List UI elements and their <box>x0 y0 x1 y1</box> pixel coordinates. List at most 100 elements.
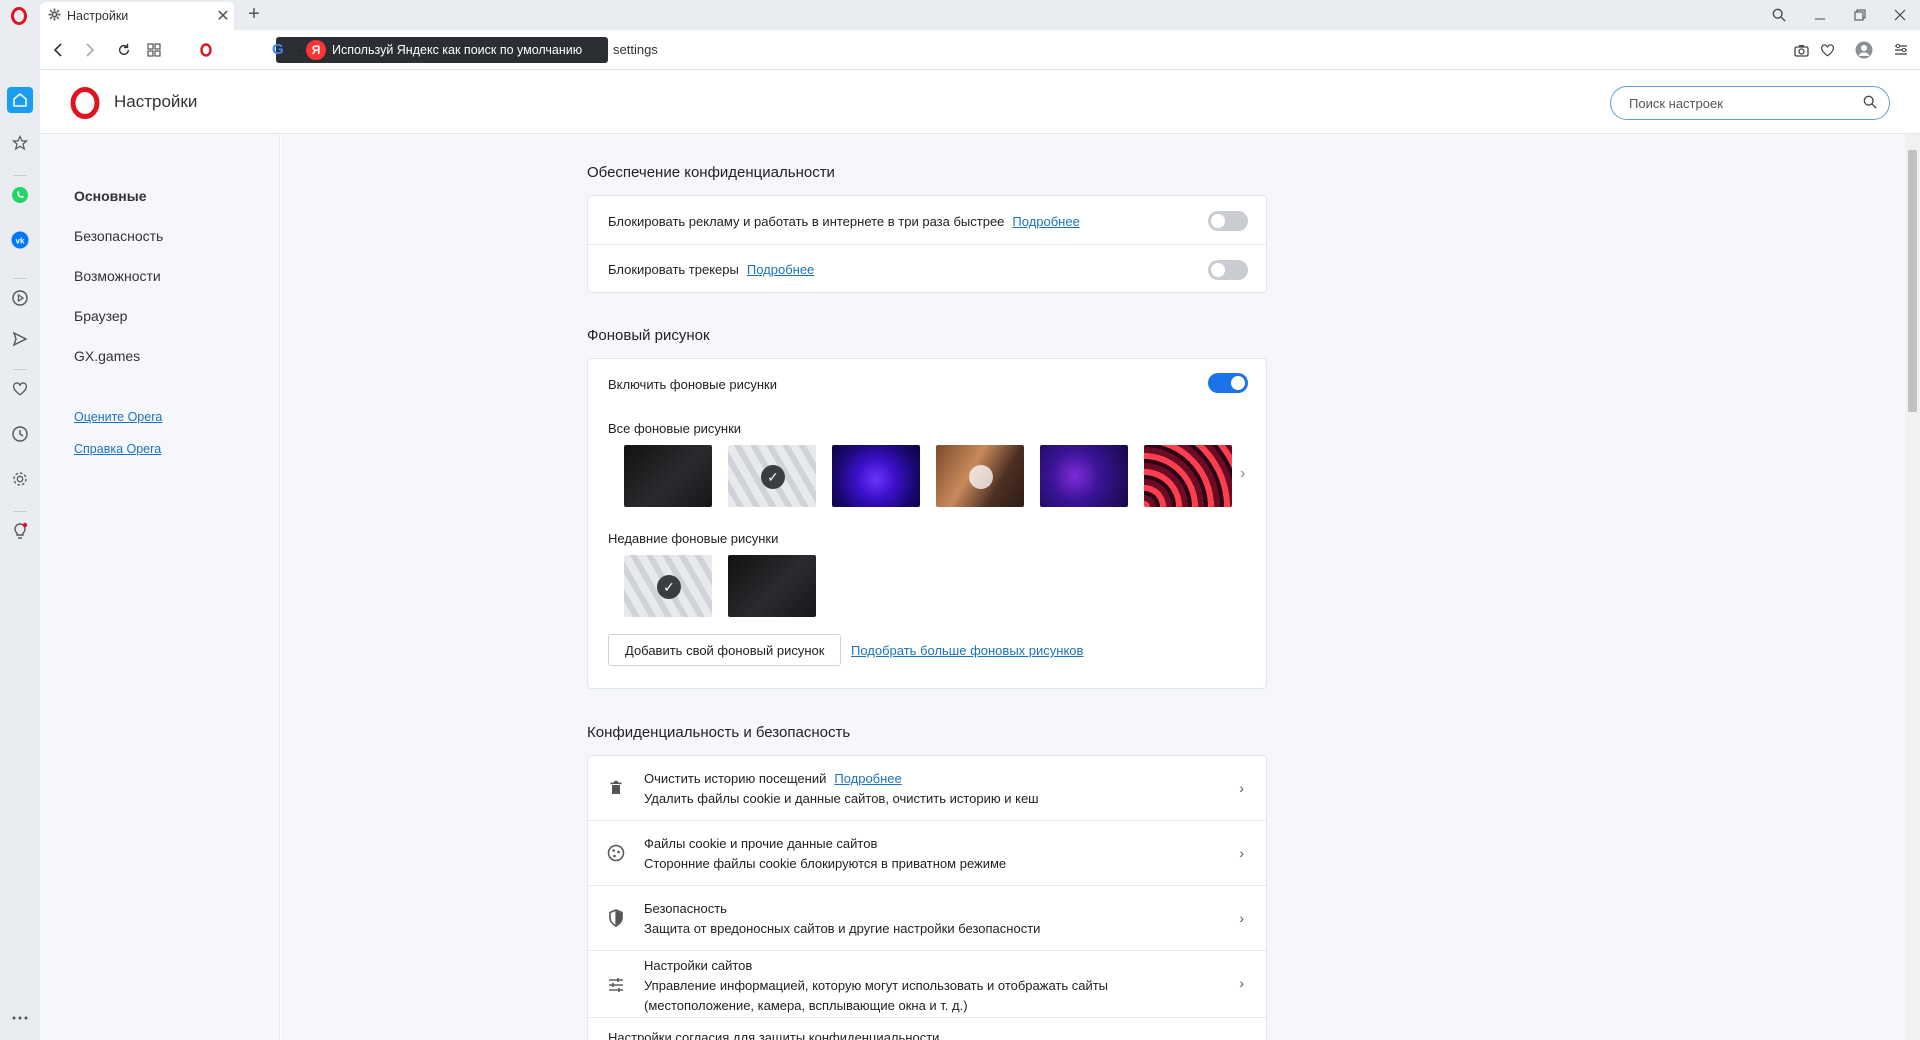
chevron-right-icon: › <box>1239 910 1244 926</box>
nav-item-features[interactable]: Возможности <box>74 268 161 284</box>
restore-button[interactable] <box>1846 4 1874 26</box>
profile-avatar-icon[interactable] <box>1853 39 1875 61</box>
heart-icon[interactable] <box>1816 39 1838 61</box>
url-field[interactable]: settings <box>613 42 658 57</box>
rate-opera-link[interactable]: Оцените Opera <box>74 410 162 424</box>
settings-search-box <box>1610 86 1890 120</box>
wallpaper-enable-label: Включить фоновые рисунки <box>608 377 777 392</box>
bookmarks-star-icon[interactable] <box>7 130 33 156</box>
whatsapp-icon[interactable] <box>7 182 33 208</box>
clear-history-title: Очистить историю посещений <box>644 771 827 786</box>
adblock-row: Блокировать рекламу и работать в интерне… <box>608 214 1080 229</box>
clear-history-more-link[interactable]: Подробнее <box>834 771 901 786</box>
nav-item-gx-games[interactable]: GX.games <box>74 348 140 364</box>
minimize-button[interactable] <box>1806 4 1834 26</box>
new-tab-button[interactable]: + <box>244 4 264 26</box>
address-bar: G → Я Используй Яндекс как поиск по умол… <box>40 30 1920 70</box>
section-title-privacy-security: Конфиденциальность и безопасность <box>587 724 851 741</box>
browser-sidebar: vk <box>0 30 40 1040</box>
home-icon[interactable] <box>7 87 33 113</box>
favorites-heart-icon[interactable] <box>7 376 33 402</box>
site-settings-row[interactable]: Настройки сайтов Управление информацией,… <box>588 951 1266 1017</box>
nav-item-security[interactable]: Безопасность <box>74 228 163 244</box>
tab-title: Настройки <box>67 9 129 23</box>
scrollbar-thumb[interactable] <box>1908 150 1917 412</box>
add-wallpaper-button[interactable]: Добавить свой фоновый рисунок <box>608 634 842 666</box>
settings-gear-icon[interactable] <box>7 466 33 492</box>
tracker-more-link[interactable]: Подробнее <box>747 262 814 277</box>
close-window-button[interactable] <box>1886 4 1914 26</box>
arrow-right-icon: → <box>291 41 304 56</box>
yandex-icon[interactable]: Я <box>306 40 326 60</box>
svg-text:vk: vk <box>16 237 25 246</box>
opera-help-link[interactable]: Справка Opera <box>74 442 161 456</box>
page-title: Настройки <box>114 92 198 111</box>
privacy-consent-title: Настройки согласия для защиты конфиденци… <box>608 1030 940 1040</box>
tips-bulb-icon[interactable] <box>7 518 33 544</box>
trash-icon <box>606 778 626 798</box>
nav-item-browser[interactable]: Браузер <box>74 308 127 324</box>
clear-history-sub: Удалить файлы cookie и данные сайтов, оч… <box>644 791 1039 806</box>
clear-history-row[interactable]: Очистить историю посещений Подробнее Удал… <box>588 756 1266 821</box>
selected-check-icon: ✓ <box>657 575 681 599</box>
privacy-consent-row[interactable]: Настройки согласия для защиты конфиденци… <box>588 1018 1266 1040</box>
forward-button[interactable] <box>78 39 102 61</box>
cookies-sub: Сторонние файлы cookie блокируются в при… <box>644 856 1007 871</box>
search-tabs-icon[interactable] <box>1765 4 1793 26</box>
search-icon[interactable] <box>1863 95 1877 112</box>
recent-thumb-dark[interactable] <box>728 555 816 617</box>
sliders-icon <box>606 975 626 995</box>
settings-search-input[interactable] <box>1629 95 1863 111</box>
nav-item-basic[interactable]: Основные <box>74 188 147 204</box>
opera-logo-icon <box>70 87 100 122</box>
settings-header: Настройки <box>40 70 1920 134</box>
opera-menu-button[interactable] <box>8 6 30 26</box>
gear-icon <box>48 8 61 24</box>
wallpaper-thumb-light[interactable]: ✓ <box>728 445 816 507</box>
privacy-card: Блокировать рекламу и работать в интерне… <box>587 195 1267 293</box>
wallpaper-thumb-video[interactable] <box>936 445 1024 507</box>
wallpaper-thumb-dark[interactable] <box>624 445 712 507</box>
snapshot-icon[interactable] <box>1790 39 1812 61</box>
easy-setup-icon[interactable] <box>1890 39 1912 61</box>
adblock-label: Блокировать рекламу и работать в интерне… <box>608 214 1005 229</box>
section-title-privacy: Обеспечение конфиденциальности <box>587 164 835 181</box>
settings-main: Обеспечение конфиденциальности Блокирова… <box>281 134 1905 1040</box>
more-wallpapers-link[interactable]: Подобрать больше фоновых рисунков <box>851 643 1083 658</box>
security-row[interactable]: Безопасность Защита от вредоносных сайто… <box>588 886 1266 951</box>
site-settings-title: Настройки сайтов <box>644 958 753 973</box>
history-clock-icon[interactable] <box>7 421 33 447</box>
security-sub: Защита от вредоносных сайтов и другие на… <box>644 921 1041 936</box>
selected-check-icon: ✓ <box>761 465 785 489</box>
reload-button[interactable] <box>112 39 136 61</box>
player-icon[interactable] <box>7 285 33 311</box>
wallpaper-card: Включить фоновые рисунки Все фоновые рис… <box>587 358 1267 689</box>
title-bar: Настройки ✕ + <box>0 0 1920 30</box>
back-button[interactable] <box>46 39 70 61</box>
wallpaper-thumb-red[interactable] <box>1144 445 1232 507</box>
settings-nav: Основные Безопасность Возможности Браузе… <box>40 134 280 1040</box>
cookies-row[interactable]: Файлы cookie и прочие данные сайтов Стор… <box>588 821 1266 886</box>
recent-thumb-light[interactable]: ✓ <box>624 555 712 617</box>
adblock-toggle[interactable] <box>1208 211 1248 231</box>
adblock-more-link[interactable]: Подробнее <box>1012 214 1079 229</box>
send-icon[interactable] <box>7 326 33 352</box>
chevron-right-icon: › <box>1239 845 1244 861</box>
tracker-toggle[interactable] <box>1208 260 1248 280</box>
site-settings-sub2: (местоположение, камера, всплывающие окн… <box>644 998 968 1013</box>
wallpaper-thumb-purple[interactable] <box>832 445 920 507</box>
more-dots-icon[interactable] <box>7 1005 33 1031</box>
tab-settings[interactable]: Настройки ✕ <box>40 2 234 30</box>
site-settings-sub: Управление информацией, которую могут ис… <box>644 978 1109 993</box>
chevron-right-icon: › <box>1239 975 1244 991</box>
tab-close-icon[interactable]: ✕ <box>212 6 234 26</box>
recent-wallpapers-label: Недавние фоновые рисунки <box>608 531 779 546</box>
wallpaper-thumb-neon[interactable] <box>1040 445 1128 507</box>
google-icon[interactable]: G <box>272 41 284 58</box>
tabs-overview-icon[interactable] <box>142 39 166 61</box>
cookie-icon <box>606 843 626 863</box>
yandex-tooltip-text: Используй Яндекс как поиск по умолчанию <box>332 43 583 57</box>
next-wallpapers-chevron-icon[interactable]: › <box>1240 465 1245 483</box>
wallpaper-toggle[interactable] <box>1208 373 1248 393</box>
vk-icon[interactable]: vk <box>7 227 33 253</box>
